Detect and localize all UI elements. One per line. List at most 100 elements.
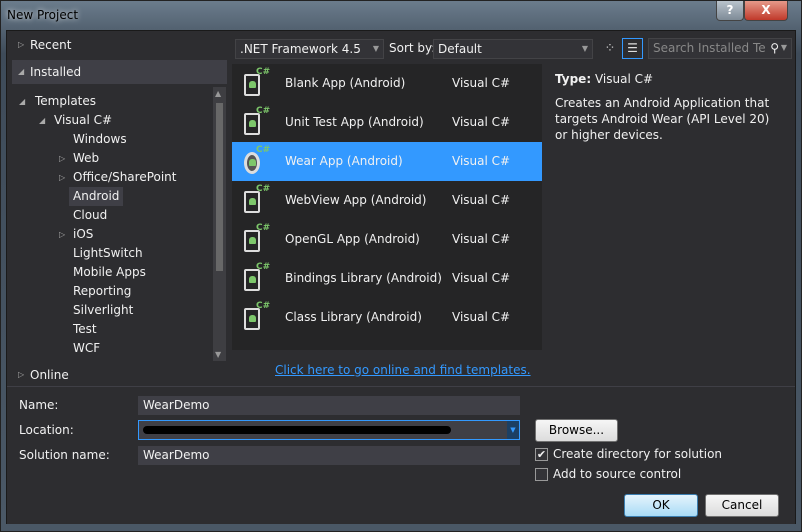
tree-item-ios[interactable]: ▷ iOS	[59, 225, 93, 244]
template-language: Visual C#	[452, 76, 511, 90]
window-frame: New Project ? X ▷ Recent ◢ Installed ◢ Temp…	[0, 0, 802, 532]
template-name: OpenGL App (Android)	[285, 232, 420, 246]
scroll-down-icon[interactable]: ▼	[215, 350, 221, 359]
framework-value: .NET Framework 4.5	[240, 42, 361, 56]
csharp-badge-icon: C#	[256, 223, 271, 233]
list-view-icon[interactable]: ☰	[622, 38, 643, 59]
android-icon	[249, 120, 256, 127]
location-label: Location:	[19, 423, 74, 437]
solution-name-input[interactable]: WearDemo	[138, 446, 520, 465]
template-language: Visual C#	[452, 193, 511, 207]
tree-item-reporting[interactable]: Reporting	[73, 282, 131, 301]
source-control-checkbox[interactable]	[535, 468, 548, 481]
create-directory-label: Create directory for solution	[553, 447, 723, 461]
template-row[interactable]: C# WebView App (Android) Visual C#	[232, 181, 542, 220]
tree-item-wcf[interactable]: WCF	[73, 339, 100, 358]
name-input[interactable]: WearDemo	[138, 396, 520, 415]
source-control-label: Add to source control	[553, 467, 682, 481]
tree-label: Templates	[35, 94, 97, 108]
scroll-thumb[interactable]	[216, 103, 223, 271]
type-value: Visual C#	[594, 72, 654, 86]
installed-section[interactable]: ◢ Installed	[12, 60, 227, 84]
tree-item-lightswitch[interactable]: LightSwitch	[73, 244, 143, 263]
template-row[interactable]: C# OpenGL App (Android) Visual C#	[232, 220, 542, 259]
template-language: Visual C#	[452, 232, 511, 246]
tree-item-visual-csharp[interactable]: ◢ Visual C#	[39, 111, 112, 130]
grid-view-icon[interactable]: ⁘	[601, 39, 619, 59]
template-name: Class Library (Android)	[285, 310, 422, 324]
online-templates-link[interactable]: Click here to go online and find templat…	[275, 363, 531, 377]
android-template-icon: C#	[242, 145, 270, 177]
scroll-up-icon[interactable]: ▲	[215, 89, 221, 98]
location-input[interactable]: ▼	[138, 420, 520, 440]
chevron-down-icon[interactable]: ▼	[507, 421, 519, 439]
expand-icon: ▷	[59, 230, 66, 239]
android-template-icon: C#	[242, 106, 271, 138]
template-row[interactable]: C# Class Library (Android) Visual C#	[232, 298, 542, 337]
android-template-icon: C#	[242, 184, 271, 216]
android-template-icon: C#	[242, 67, 270, 99]
template-name: WebView App (Android)	[285, 193, 427, 207]
template-language: Visual C#	[452, 115, 511, 129]
search-placeholder: Search Installed Te	[653, 41, 766, 55]
solution-name-label: Solution name:	[19, 448, 110, 462]
chevron-down-icon: ▼	[372, 44, 379, 53]
redacted-path	[143, 426, 451, 434]
chevron-down-icon[interactable]: ▼	[781, 39, 787, 57]
sort-value: Default	[438, 42, 482, 56]
tree-item-mobile-apps[interactable]: Mobile Apps	[73, 263, 146, 282]
template-row[interactable]: C# Unit Test App (Android) Visual C#	[232, 103, 542, 142]
search-icon[interactable]: ⚲	[770, 39, 779, 57]
android-icon	[249, 81, 256, 88]
tree-item-windows[interactable]: Windows	[73, 130, 127, 149]
tree-item-android[interactable]: Android	[69, 187, 124, 206]
search-input[interactable]: Search Installed Te ⚲ ▼	[648, 38, 792, 59]
tree-item-web[interactable]: ▷ Web	[59, 149, 99, 168]
sort-select[interactable]: Default ▼	[433, 39, 593, 59]
collapse-icon: ◢	[18, 67, 25, 76]
csharp-badge-icon: C#	[256, 301, 271, 311]
template-row[interactable]: C# Blank App (Android) Visual C#	[232, 64, 542, 103]
browse-button[interactable]: Browse...	[535, 419, 618, 442]
recent-label: Recent	[30, 38, 72, 52]
template-row[interactable]: C# Wear App (Android) Visual C#	[232, 142, 542, 181]
csharp-badge-icon: C#	[256, 262, 271, 272]
template-name: Wear App (Android)	[285, 154, 403, 168]
android-icon	[249, 237, 256, 244]
template-name: Bindings Library (Android)	[285, 271, 442, 285]
template-name: Blank App (Android)	[285, 76, 406, 90]
tree-item-templates[interactable]: ◢ Templates	[19, 92, 96, 111]
help-button[interactable]: ?	[716, 1, 744, 21]
tree-label: Office/SharePoint	[73, 170, 177, 184]
csharp-badge-icon: C#	[256, 184, 271, 194]
template-row[interactable]: C# Bindings Library (Android) Visual C#	[232, 259, 542, 298]
android-template-icon: C#	[242, 301, 271, 333]
android-icon	[249, 198, 256, 205]
online-label: Online	[30, 368, 69, 382]
tree-item-silverlight[interactable]: Silverlight	[73, 301, 133, 320]
collapse-icon: ◢	[19, 97, 26, 106]
sort-label: Sort by:	[389, 41, 436, 55]
close-button[interactable]: X	[744, 1, 788, 21]
tree-item-test[interactable]: Test	[73, 320, 97, 339]
create-directory-checkbox[interactable]: ✔	[535, 448, 548, 461]
template-description: Creates an Android Application that targ…	[555, 96, 770, 142]
framework-select[interactable]: .NET Framework 4.5 ▼	[235, 39, 384, 59]
template-language: Visual C#	[452, 154, 511, 168]
csharp-badge-icon: C#	[256, 106, 271, 116]
online-section[interactable]: ▷ Online	[12, 363, 227, 387]
collapse-icon: ◢	[39, 116, 46, 125]
android-template-icon: C#	[242, 223, 271, 255]
template-list: C# Blank App (Android) Visual C# C# Unit Tes…	[232, 64, 542, 350]
ok-button[interactable]: OK	[624, 494, 698, 517]
expand-icon: ▷	[59, 173, 66, 182]
tree-item-office-sharepoint[interactable]: ▷ Office/SharePoint	[59, 168, 177, 187]
expand-icon: ▷	[59, 154, 66, 163]
recent-section[interactable]: ▷ Recent	[12, 33, 227, 57]
cancel-button[interactable]: Cancel	[705, 494, 779, 517]
tree-scrollbar[interactable]: ▲ ▼	[213, 87, 226, 361]
android-icon	[249, 276, 256, 283]
tree-label: Visual C#	[54, 113, 113, 127]
expand-icon: ▷	[18, 370, 25, 379]
tree-item-cloud[interactable]: Cloud	[73, 206, 107, 225]
